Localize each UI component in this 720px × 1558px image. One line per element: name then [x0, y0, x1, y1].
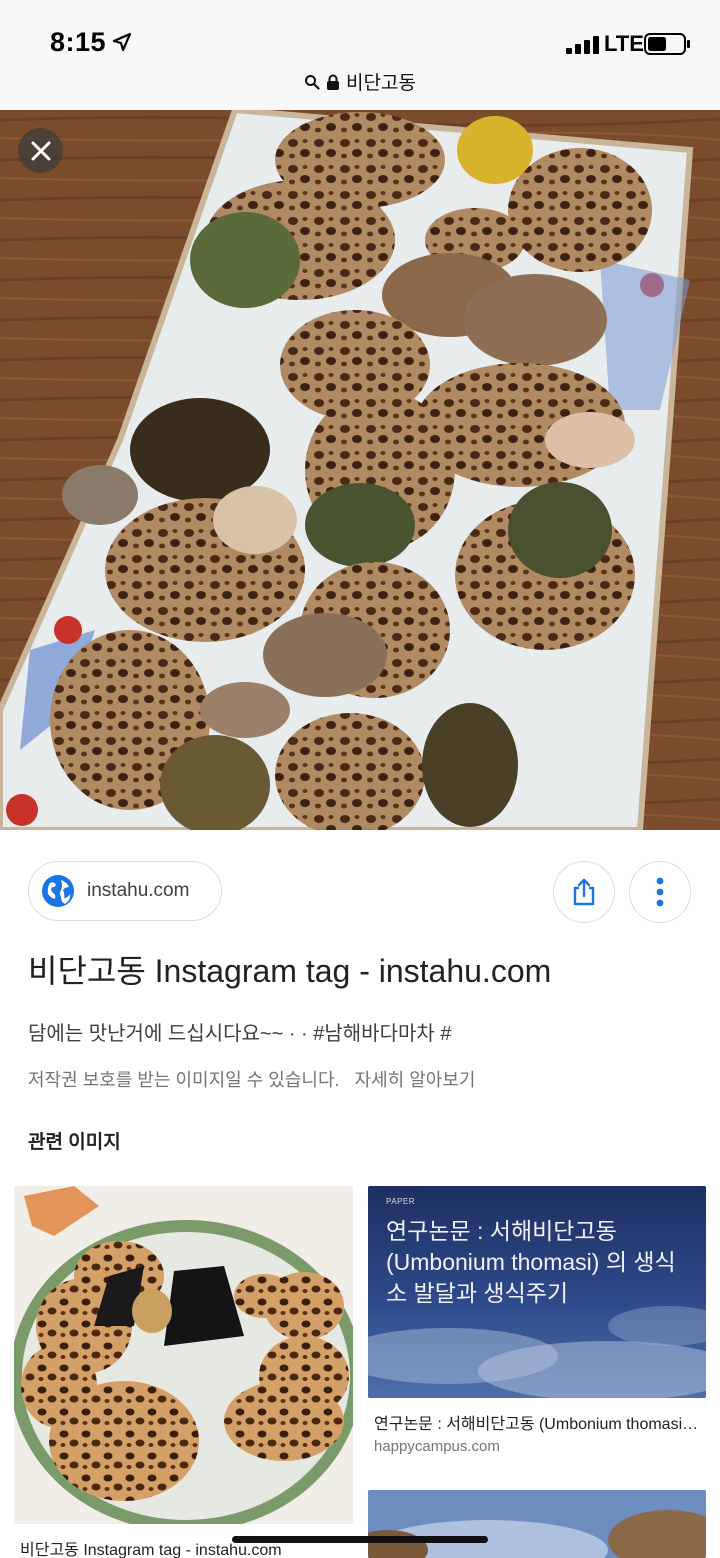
globe-icon	[42, 875, 74, 907]
sea-snail-dish-image	[0, 110, 720, 830]
related-image-2-caption[interactable]: 연구논문 : 서해비단고동 (Umbonium thomasi) 의 생식소 발…	[374, 1410, 700, 1434]
snail-plate-thumbnail	[14, 1186, 353, 1524]
home-indicator[interactable]	[232, 1536, 488, 1543]
related-image-1[interactable]	[14, 1186, 353, 1524]
snail-sky-thumbnail	[368, 1490, 706, 1558]
related-image-3[interactable]	[368, 1490, 706, 1558]
battery-icon	[644, 33, 690, 55]
result-snippet: 담에는 맛난거에 드십시다요~~ · · #남해바다마차 #	[28, 1023, 452, 1045]
related-images-heading: 관련 이미지	[28, 1132, 121, 1153]
paper-tag: PAPER	[386, 1197, 416, 1206]
copyright-text: 저작권 보호를 받는 이미지일 수 있습니다.	[28, 1070, 340, 1090]
close-icon	[31, 141, 50, 160]
share-icon	[573, 878, 595, 906]
location-arrow-icon	[112, 32, 132, 52]
search-icon	[305, 74, 320, 90]
learn-more-link[interactable]: 자세히 알아보기	[355, 1070, 476, 1090]
paper-title-overlay: 연구논문 : 서해비단고동 (Umbonium thomasi) 의 생식소 발…	[386, 1218, 676, 1306]
hero-image[interactable]	[0, 110, 720, 830]
source-link[interactable]: instahu.com	[28, 861, 222, 921]
url-text: 비단고동	[346, 73, 416, 94]
related-image-2-domain: happycampus.com	[374, 1438, 500, 1455]
address-bar[interactable]: 비단고동	[0, 68, 720, 96]
copyright-notice: 저작권 보호를 받는 이미지일 수 있습니다. 자세히 알아보기	[28, 1066, 475, 1092]
status-bar: 8:15 LTE 비단고동	[0, 0, 720, 110]
close-button[interactable]	[18, 128, 63, 173]
clock: 8:15	[50, 27, 107, 57]
share-button[interactable]	[553, 861, 615, 923]
source-domain: instahu.com	[87, 880, 190, 901]
carrier-label: LTE	[604, 31, 644, 56]
cellular-signal-icon	[566, 36, 599, 54]
lock-icon	[327, 74, 340, 90]
more-options-button[interactable]	[629, 861, 691, 923]
result-title[interactable]: 비단고동 Instagram tag - instahu.com	[28, 946, 551, 992]
more-vertical-icon	[656, 877, 664, 907]
